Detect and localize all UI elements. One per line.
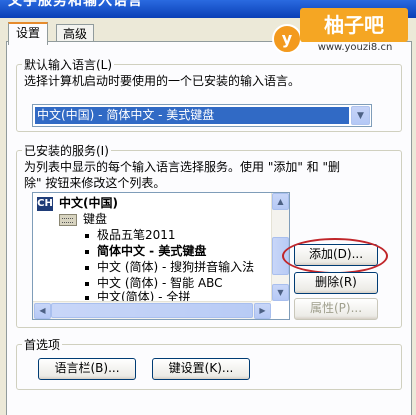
arrow-left-icon[interactable]: ◀ — [34, 303, 51, 319]
bullet-icon — [85, 265, 89, 270]
watermark-brand-text: 柚子吧 — [324, 13, 384, 37]
tree-category-label: 键盘 — [83, 212, 108, 226]
tree-language-node[interactable]: CH 中文(中国) — [37, 195, 118, 211]
watermark-brand: 柚子吧 — [300, 8, 408, 42]
list-item-label: 极品五笔2011 — [97, 228, 176, 242]
bullet-icon — [85, 249, 89, 254]
default-language-value: 中文(中国) - 简体中文 - 美式键盘 — [35, 107, 349, 124]
arrow-up-icon[interactable]: ▲ — [272, 193, 289, 210]
vertical-scrollbar[interactable]: ▲ ▼ — [271, 193, 289, 301]
installed-services-description-1: 为列表中显示的每个输入语言选择服务。使用 "添加" 和 "删 — [24, 160, 341, 174]
tab-advanced-label: 高级 — [62, 27, 87, 41]
list-item[interactable]: 简体中文 - 美式键盘 — [85, 243, 206, 259]
bullet-icon — [85, 295, 89, 300]
installed-services-tree[interactable]: CH 中文(中国) 键盘 极品五笔2011 简体中文 - 美式键盘 中文 (简体)… — [32, 192, 290, 320]
bullet-icon — [85, 281, 89, 286]
highlight-ring — [282, 238, 388, 274]
keyboard-icon — [59, 213, 77, 226]
bullet-icon — [85, 233, 89, 238]
watermark-url: www.youzi8.cn — [317, 42, 393, 53]
chevron-down-icon[interactable]: ▼ — [351, 106, 370, 125]
installed-services-description-2: 除" 按钮来修改这个列表。 — [24, 176, 166, 190]
tree-language-label: 中文(中国) — [59, 196, 118, 210]
list-item[interactable]: 中文 (简体) - 搜狗拼音输入法 — [85, 259, 254, 275]
list-item[interactable]: 极品五笔2011 — [85, 227, 176, 243]
installed-services-group-title: 已安装的服务(I) — [22, 142, 111, 159]
arrow-right-icon[interactable]: ▶ — [254, 303, 271, 319]
tab-settings-label: 设置 — [15, 26, 40, 40]
default-language-description: 选择计算机启动时要使用的一个已安装的输入语言。 — [24, 74, 301, 88]
properties-button[interactable]: 属性(P)... — [294, 298, 378, 320]
default-language-group-title: 默认输入语言(L) — [22, 56, 115, 73]
remove-button[interactable]: 删除(R) — [294, 272, 378, 294]
tree-category-node[interactable]: 键盘 — [59, 211, 107, 227]
arrow-down-icon[interactable]: ▼ — [272, 284, 289, 301]
tab-settings[interactable]: 设置 — [8, 22, 48, 45]
horizontal-scrollbar[interactable]: ◀ ▶ — [33, 301, 271, 319]
watermark-logo-letter: y — [281, 29, 293, 48]
watermark-logo: y — [272, 24, 302, 54]
key-settings-button[interactable]: 键设置(K)... — [152, 358, 250, 380]
language-bar-button[interactable]: 语言栏(B)... — [38, 358, 136, 380]
preferences-group-title: 首选项 — [22, 336, 63, 353]
window-title: 文字服务和输入语言 — [8, 0, 143, 9]
list-item-label: 中文 (简体) - 搜狗拼音输入法 — [97, 260, 255, 274]
list-item-label: 简体中文 - 美式键盘 — [97, 244, 207, 258]
scroll-thumb-horizontal[interactable] — [51, 303, 253, 318]
language-badge-icon: CH — [37, 196, 53, 211]
list-item-label: 中文 (简体) - 智能 ABC — [97, 276, 223, 290]
default-language-combobox[interactable]: 中文(中国) - 简体中文 - 美式键盘 ▼ — [32, 104, 372, 127]
